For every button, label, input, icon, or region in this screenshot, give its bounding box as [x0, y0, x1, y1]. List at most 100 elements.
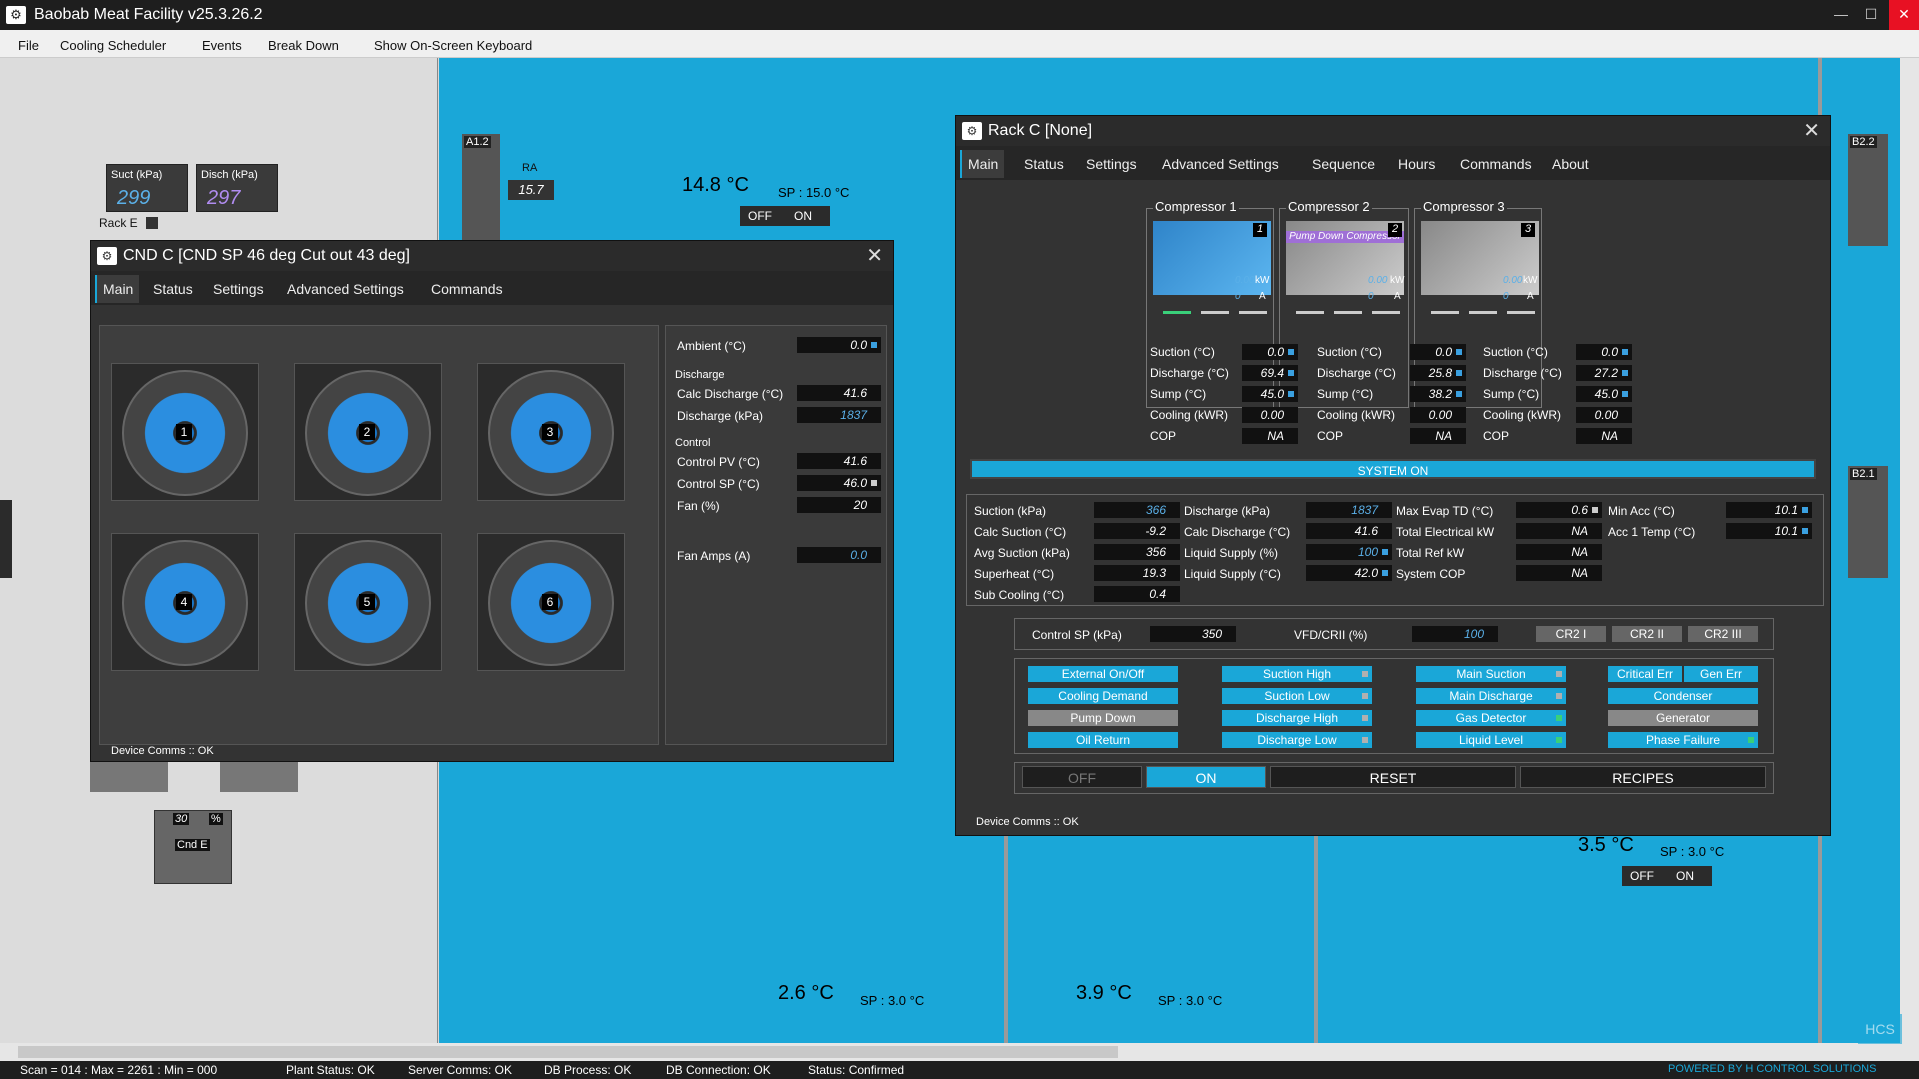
fan-1[interactable]: 1: [111, 363, 259, 501]
rack-tab-hours[interactable]: Hours: [1398, 156, 1435, 172]
cnd-tab-status[interactable]: Status: [153, 281, 193, 297]
suct-label: Suct (kPa): [111, 169, 163, 181]
a12-label: A1.2: [464, 136, 491, 148]
suction-high-button[interactable]: Suction High: [1222, 666, 1372, 682]
db-connection: DB Connection: OK: [666, 1063, 771, 1077]
cr2-ii-button[interactable]: CR2 II: [1612, 626, 1682, 642]
b21-label: B2.1: [1850, 468, 1877, 480]
room2-off[interactable]: OFF: [1630, 869, 1654, 883]
sub-cooling-label: Sub Cooling (°C): [974, 588, 1065, 602]
phase-failure-button[interactable]: Phase Failure: [1608, 732, 1758, 748]
fan-5[interactable]: 5: [294, 533, 442, 671]
discharge-kpa-value: 1837: [797, 407, 881, 423]
calc-discharge-label: Calc Discharge (°C): [1184, 525, 1291, 539]
main-discharge-button[interactable]: Main Discharge: [1416, 688, 1566, 704]
c3-cop-label: COP: [1483, 429, 1510, 443]
fan-2[interactable]: 2: [294, 363, 442, 501]
room1-onoff[interactable]: OFF ON: [740, 206, 830, 226]
room2-on[interactable]: ON: [1676, 869, 1694, 883]
pump-down-button[interactable]: Pump Down: [1028, 710, 1178, 726]
gas-detector-button[interactable]: Gas Detector: [1416, 710, 1566, 726]
side-drawer-handle[interactable]: [0, 500, 12, 578]
room4-temp: 3.9 °C: [1076, 982, 1132, 1004]
maximize-button[interactable]: ☐: [1856, 0, 1886, 30]
menu-file[interactable]: File: [18, 38, 39, 53]
c3-cooling-label: Cooling (kWR): [1483, 408, 1562, 422]
control-pv-label: Control PV (°C): [677, 455, 760, 469]
total-ref-label: Total Ref kW: [1396, 546, 1465, 560]
cr2-i-button[interactable]: CR2 I: [1536, 626, 1606, 642]
minimize-button[interactable]: —: [1826, 0, 1856, 30]
c3-sump-label: Sump (°C): [1483, 387, 1540, 401]
rack-tab-advanced[interactable]: Advanced Settings: [1162, 156, 1279, 172]
cnd-e-unit[interactable]: 30 % Cnd E: [154, 810, 232, 884]
fan-6-num: 6: [542, 594, 558, 610]
avg-suction-label: Avg Suction (kPa): [974, 546, 1070, 560]
b22-fan-stack[interactable]: B2.2: [1848, 134, 1888, 246]
hcs-logo: HCS: [1858, 1014, 1902, 1044]
recipes-button[interactable]: RECIPES: [1520, 766, 1766, 788]
scrollbar-thumb[interactable]: [18, 1046, 1118, 1058]
control-sp-kpa-value[interactable]: 350: [1150, 626, 1236, 642]
cnd-tab-commands[interactable]: Commands: [431, 281, 503, 297]
b21-fan-stack[interactable]: B2.1: [1848, 466, 1888, 578]
menu-break-down[interactable]: Break Down: [268, 38, 339, 53]
rack-tab-settings[interactable]: Settings: [1086, 156, 1137, 172]
menu-cooling-scheduler[interactable]: Cooling Scheduler: [60, 38, 166, 53]
a12-fan-stack[interactable]: A1.2: [462, 134, 500, 244]
menu-show-keyboard[interactable]: Show On-Screen Keyboard: [374, 38, 532, 53]
off-button[interactable]: OFF: [1022, 766, 1142, 788]
rack-tab-commands[interactable]: Commands: [1460, 156, 1532, 172]
gen-err-button[interactable]: Gen Err: [1684, 666, 1758, 682]
condenser-button[interactable]: Condenser: [1608, 688, 1758, 704]
cnd-tab-advanced[interactable]: Advanced Settings: [287, 281, 404, 297]
generator-button[interactable]: Generator: [1608, 710, 1758, 726]
room1-off[interactable]: OFF: [748, 209, 772, 223]
cnd-tab-main[interactable]: Main: [95, 275, 140, 303]
rack-tab-sequence[interactable]: Sequence: [1312, 156, 1375, 172]
discharge-low-button[interactable]: Discharge Low: [1222, 732, 1372, 748]
cnd-tab-settings[interactable]: Settings: [213, 281, 264, 297]
rack-window-titlebar: ⚙ Rack C [None] ✕: [956, 116, 1830, 146]
control-sp-label: Control SP (°C): [677, 477, 760, 491]
cr2-iii-button[interactable]: CR2 III: [1688, 626, 1758, 642]
fan-1-num: 1: [176, 424, 192, 440]
on-button[interactable]: ON: [1146, 766, 1266, 788]
external-onoff-button[interactable]: External On/Off: [1028, 666, 1178, 682]
rack-tab-about[interactable]: About: [1552, 156, 1589, 172]
room4-sp: SP : 3.0 °C: [1158, 993, 1223, 1008]
compressor-1-a: 0: [1235, 291, 1241, 302]
control-sp-value[interactable]: 46.0: [797, 475, 881, 491]
rack-tab-main[interactable]: Main: [960, 150, 1005, 178]
liquid-level-button[interactable]: Liquid Level: [1416, 732, 1566, 748]
menu-events[interactable]: Events: [202, 38, 242, 53]
rack-window-close-icon[interactable]: ✕: [1803, 118, 1820, 143]
c3-suction: 0.0: [1576, 344, 1632, 360]
horizontal-scrollbar[interactable]: [0, 1043, 1919, 1061]
reset-button[interactable]: RESET: [1270, 766, 1516, 788]
cnd-window-close-icon[interactable]: ✕: [866, 243, 883, 268]
vertical-scrollbar[interactable]: [1900, 58, 1919, 1043]
fan-6[interactable]: 6: [477, 533, 625, 671]
critical-err-button[interactable]: Critical Err: [1608, 666, 1682, 682]
main-suction-button[interactable]: Main Suction: [1416, 666, 1566, 682]
calc-discharge-value: 41.6: [797, 385, 881, 401]
room1-on[interactable]: ON: [794, 209, 812, 223]
room3-sp: SP : 3.0 °C: [860, 993, 925, 1008]
control-sp-kpa-label: Control SP (kPa): [1032, 628, 1122, 642]
fan-3[interactable]: 3: [477, 363, 625, 501]
c3-sump: 45.0: [1576, 386, 1632, 402]
liquid-supply-c-value: 42.0: [1306, 565, 1392, 581]
discharge-high-button[interactable]: Discharge High: [1222, 710, 1372, 726]
close-button[interactable]: ✕: [1889, 0, 1919, 30]
compressor-3-kw: 0.00: [1503, 275, 1523, 286]
cnd-e-pct: 30: [173, 813, 190, 825]
total-ref-value: NA: [1516, 544, 1602, 560]
fan-4[interactable]: 4: [111, 533, 259, 671]
oil-return-button[interactable]: Oil Return: [1028, 732, 1178, 748]
cooling-demand-button[interactable]: Cooling Demand: [1028, 688, 1178, 704]
suction-low-button[interactable]: Suction Low: [1222, 688, 1372, 704]
room2-onoff[interactable]: OFF ON: [1622, 866, 1712, 886]
c1-discharge-label: Discharge (°C): [1150, 366, 1229, 380]
rack-tab-status[interactable]: Status: [1024, 156, 1064, 172]
